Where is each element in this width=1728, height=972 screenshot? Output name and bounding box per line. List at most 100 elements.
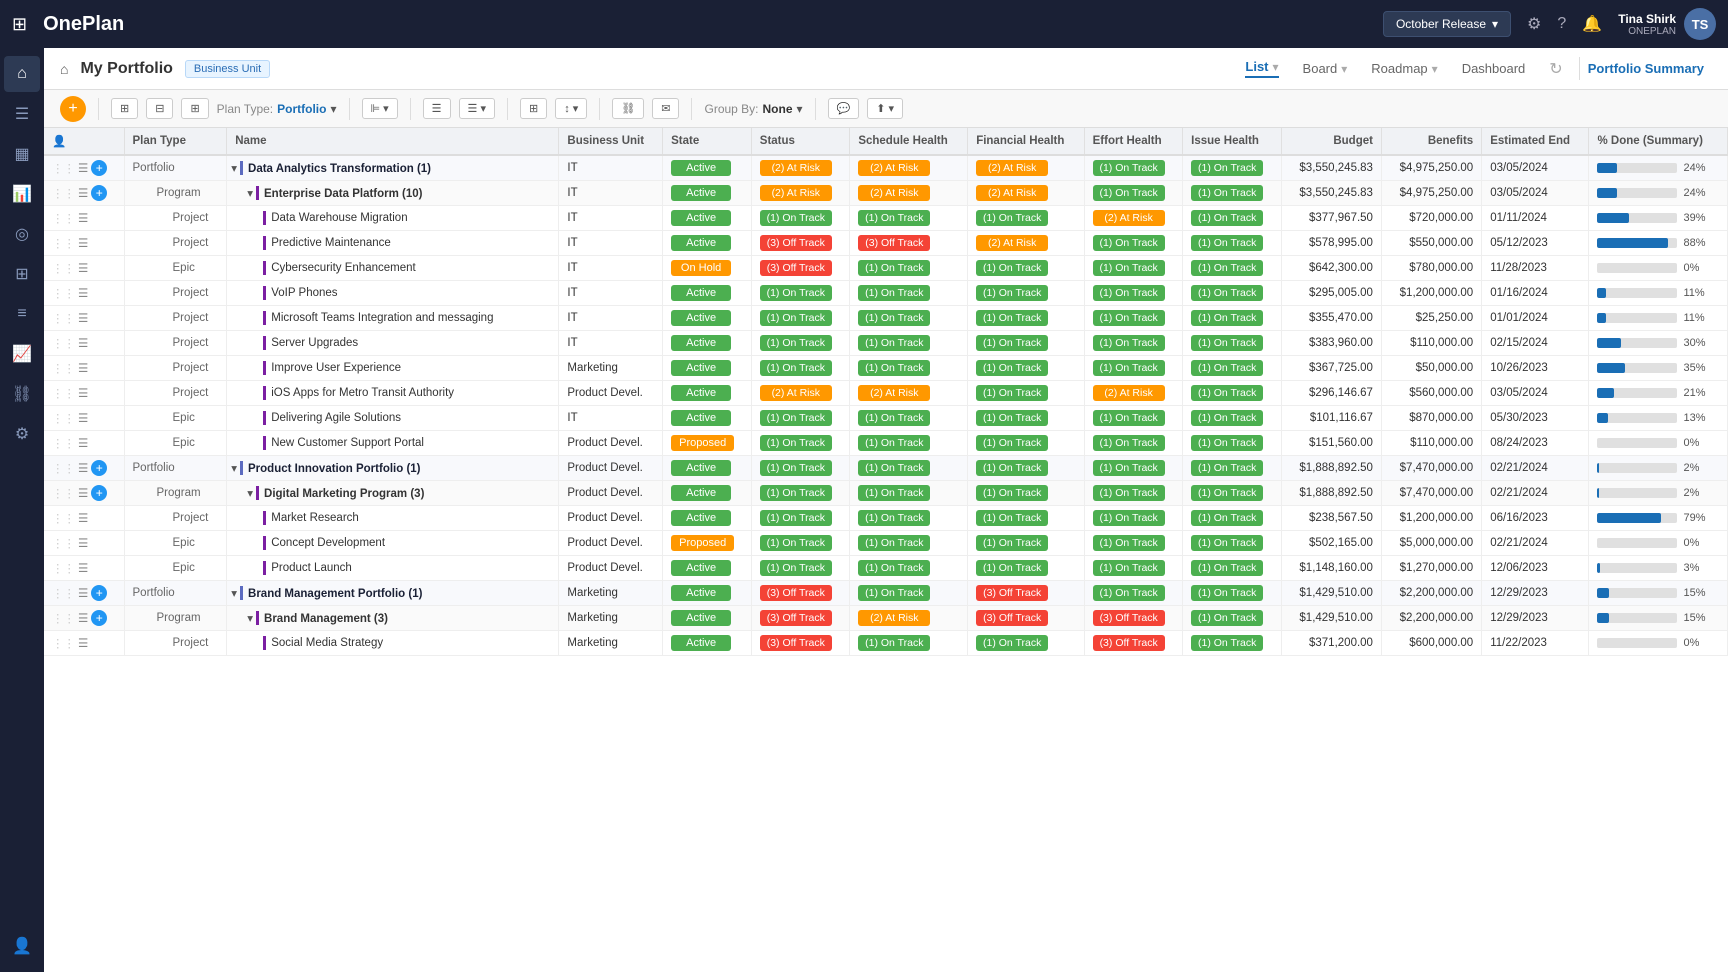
group-by-value[interactable]: None [763, 102, 793, 116]
plan-name-text[interactable]: Cybersecurity Enhancement [271, 262, 415, 274]
plan-name-text[interactable]: Product Innovation Portfolio (1) [248, 463, 421, 475]
plan-name-text[interactable]: Improve User Experience [271, 362, 401, 374]
sidebar-work-icon[interactable]: ☰ [4, 96, 40, 132]
avatar[interactable]: TS [1684, 8, 1716, 40]
columns-button[interactable]: ⊞ [520, 98, 547, 119]
help-icon[interactable]: ? [1557, 15, 1566, 33]
name-cell[interactable]: ▾ Digital Marketing Program (3) [227, 481, 559, 506]
expand-button[interactable]: ⊞ [181, 98, 208, 119]
sidebar-target-icon[interactable]: ◎ [4, 216, 40, 252]
name-cell[interactable]: Improve User Experience [227, 356, 559, 381]
notification-icon[interactable]: 🔔 [1582, 14, 1602, 34]
release-dropdown[interactable]: October Release ▾ [1383, 11, 1511, 37]
plan-name-text[interactable]: Brand Management Portfolio (1) [248, 588, 422, 600]
menu-icon[interactable]: ☰ [78, 561, 88, 575]
share-button[interactable]: ✉ [652, 98, 679, 119]
menu-icon[interactable]: ☰ [78, 586, 88, 600]
name-cell[interactable]: Social Media Strategy [227, 631, 559, 656]
menu-icon[interactable]: ☰ [78, 311, 88, 325]
collapse-chevron-icon[interactable]: ▾ [231, 588, 237, 600]
sidebar-portfolio-icon[interactable]: ▦ [4, 136, 40, 172]
menu-icon[interactable]: ☰ [78, 261, 88, 275]
col-business-unit[interactable]: Business Unit [559, 128, 663, 155]
plan-name-text[interactable]: Predictive Maintenance [271, 237, 391, 249]
table-container[interactable]: 👤 Plan Type Name Business Unit State Sta… [44, 128, 1728, 972]
plan-name-text[interactable]: Brand Management (3) [264, 613, 388, 625]
menu-icon[interactable]: ☰ [78, 436, 88, 450]
name-cell[interactable]: Delivering Agile Solutions [227, 406, 559, 431]
plan-name-text[interactable]: Digital Marketing Program (3) [264, 488, 424, 500]
name-cell[interactable]: ▾ Data Analytics Transformation (1) [227, 155, 559, 181]
menu-icon[interactable]: ☰ [78, 386, 88, 400]
portfolio-summary-button[interactable]: Portfolio Summary [1579, 57, 1712, 80]
name-cell[interactable]: ▾ Brand Management Portfolio (1) [227, 581, 559, 606]
col-budget[interactable]: Budget [1281, 128, 1381, 155]
plan-name-text[interactable]: Microsoft Teams Integration and messagin… [271, 312, 493, 324]
col-pct-done[interactable]: % Done (Summary) [1589, 128, 1728, 155]
collapse-chevron-icon[interactable]: ▾ [231, 463, 237, 475]
plan-name-text[interactable]: Data Warehouse Migration [271, 212, 407, 224]
menu-icon[interactable]: ☰ [78, 636, 88, 650]
plan-name-text[interactable]: iOS Apps for Metro Transit Authority [271, 387, 454, 399]
col-name[interactable]: Name [227, 128, 559, 155]
collapse-chevron-icon[interactable]: ▾ [247, 488, 253, 500]
tab-board[interactable]: Board ▾ [1303, 61, 1348, 76]
name-cell[interactable]: Concept Development [227, 531, 559, 556]
tab-list[interactable]: List ▾ [1245, 59, 1278, 78]
add-child-button[interactable]: + [91, 460, 107, 476]
col-effort-health[interactable]: Effort Health [1084, 128, 1183, 155]
collapse-button[interactable]: ⊟ [146, 98, 173, 119]
name-cell[interactable]: VoIP Phones [227, 281, 559, 306]
col-plan-type[interactable]: Plan Type [124, 128, 227, 155]
plan-name-text[interactable]: Delivering Agile Solutions [271, 412, 401, 424]
menu-icon[interactable]: ☰ [78, 236, 88, 250]
collapse-chevron-icon[interactable]: ▾ [247, 613, 253, 625]
plan-name-text[interactable]: Market Research [271, 512, 359, 524]
menu-icon[interactable]: ☰ [78, 486, 88, 500]
settings-icon[interactable]: ⚙ [1527, 14, 1541, 34]
col-estimated-end[interactable]: Estimated End [1482, 128, 1589, 155]
col-financial-health[interactable]: Financial Health [968, 128, 1084, 155]
sort-button[interactable]: ↕ ▾ [555, 98, 587, 119]
menu-icon[interactable]: ☰ [78, 161, 88, 175]
link-button[interactable]: ⛓ [612, 98, 644, 119]
plan-name-text[interactable]: Product Launch [271, 562, 352, 574]
plan-name-text[interactable]: Enterprise Data Platform (10) [264, 188, 423, 200]
plan-name-text[interactable]: Data Analytics Transformation (1) [248, 163, 431, 175]
menu-icon[interactable]: ☰ [78, 611, 88, 625]
name-cell[interactable]: ▾ Enterprise Data Platform (10) [227, 181, 559, 206]
sidebar-chart-icon[interactable]: 📊 [4, 176, 40, 212]
name-cell[interactable]: Data Warehouse Migration [227, 206, 559, 231]
filter-button[interactable]: ⊫ ▾ [362, 98, 398, 119]
add-child-button[interactable]: + [91, 485, 107, 501]
menu-icon[interactable]: ☰ [78, 411, 88, 425]
apps-icon[interactable]: ⊞ [12, 14, 27, 35]
export-button[interactable]: ⬆ ▾ [867, 98, 903, 119]
sidebar-connect-icon[interactable]: ⛓ [4, 376, 40, 412]
tab-dashboard[interactable]: Dashboard [1462, 61, 1526, 76]
chat-button[interactable]: 💬 [828, 98, 860, 119]
sidebar-list-icon[interactable]: ≡ [4, 296, 40, 332]
name-cell[interactable]: ▾ Brand Management (3) [227, 606, 559, 631]
plan-name-text[interactable]: VoIP Phones [271, 287, 337, 299]
sidebar-settings2-icon[interactable]: ⚙ [4, 416, 40, 452]
sidebar-analytics-icon[interactable]: 📈 [4, 336, 40, 372]
menu-icon[interactable]: ☰ [78, 361, 88, 375]
col-schedule-health[interactable]: Schedule Health [850, 128, 968, 155]
menu-icon[interactable]: ☰ [78, 211, 88, 225]
collapse-chevron-icon[interactable]: ▾ [247, 188, 253, 200]
col-issue-health[interactable]: Issue Health [1183, 128, 1282, 155]
refresh-icon[interactable]: ↻ [1549, 59, 1562, 79]
collapse-chevron-icon[interactable]: ▾ [231, 163, 237, 175]
menu-icon[interactable]: ☰ [78, 186, 88, 200]
plan-type-chevron-icon[interactable]: ▾ [330, 102, 336, 116]
menu-icon[interactable]: ☰ [78, 536, 88, 550]
name-cell[interactable]: New Customer Support Portal [227, 431, 559, 456]
name-cell[interactable]: Cybersecurity Enhancement [227, 256, 559, 281]
plan-type-value[interactable]: Portfolio [277, 102, 326, 116]
plan-name-text[interactable]: Server Upgrades [271, 337, 358, 349]
plan-name-text[interactable]: Concept Development [271, 537, 385, 549]
sidebar-grid-icon[interactable]: ⊞ [4, 256, 40, 292]
list-view-btn[interactable]: ☰ [423, 98, 451, 119]
menu-icon[interactable]: ☰ [78, 461, 88, 475]
